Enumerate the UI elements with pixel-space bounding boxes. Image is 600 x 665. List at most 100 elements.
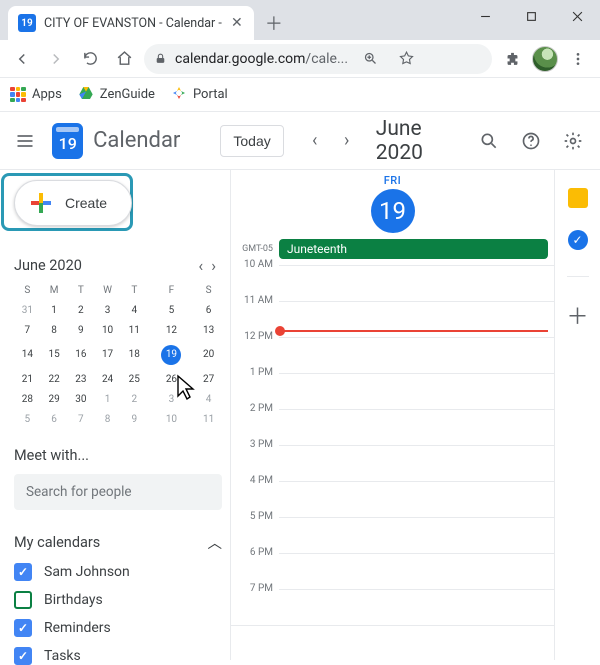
- tasks-icon[interactable]: [568, 230, 588, 250]
- menu-icon[interactable]: [564, 45, 592, 73]
- hour-slot[interactable]: 1 PM: [231, 374, 554, 410]
- help-button[interactable]: [512, 122, 550, 160]
- minical-day[interactable]: 11: [121, 320, 148, 340]
- minical-day[interactable]: 16: [67, 340, 94, 369]
- calendar-checkbox[interactable]: [14, 563, 32, 581]
- minical-day[interactable]: 9: [121, 409, 148, 429]
- extensions-icon[interactable]: [498, 45, 526, 73]
- window-maximize[interactable]: [508, 0, 554, 32]
- settings-button[interactable]: [554, 122, 592, 160]
- mini-calendar[interactable]: SMTWTFS 31123456789101112131415161718192…: [14, 281, 222, 429]
- minical-day[interactable]: 28: [14, 389, 41, 409]
- minical-day[interactable]: 14: [14, 340, 41, 369]
- profile-avatar[interactable]: [532, 46, 558, 72]
- minical-day[interactable]: 15: [41, 340, 68, 369]
- browser-tab[interactable]: 19 CITY OF EVANSTON - Calendar - ✕: [8, 6, 254, 40]
- minical-day[interactable]: 12: [148, 320, 196, 340]
- calendar-checkbox[interactable]: [14, 619, 32, 637]
- minical-day[interactable]: 8: [41, 320, 68, 340]
- minical-day[interactable]: 10: [148, 409, 196, 429]
- minical-day[interactable]: 18: [121, 340, 148, 369]
- minical-day[interactable]: 6: [195, 300, 222, 320]
- minical-day[interactable]: 7: [67, 409, 94, 429]
- minical-day[interactable]: 11: [195, 409, 222, 429]
- minical-day[interactable]: 24: [94, 369, 121, 389]
- minical-day[interactable]: 10: [94, 320, 121, 340]
- minical-day[interactable]: 4: [121, 300, 148, 320]
- minical-day[interactable]: 25: [121, 369, 148, 389]
- search-button[interactable]: [470, 122, 508, 160]
- minical-day[interactable]: 8: [94, 409, 121, 429]
- minical-day[interactable]: 7: [14, 320, 41, 340]
- minical-day[interactable]: 20: [195, 340, 222, 369]
- minical-day[interactable]: 3: [148, 389, 196, 409]
- minical-day[interactable]: 2: [121, 389, 148, 409]
- next-period-button[interactable]: ›: [332, 126, 362, 156]
- minical-day[interactable]: 5: [14, 409, 41, 429]
- hour-slot[interactable]: 10 AM: [231, 266, 554, 302]
- back-button[interactable]: [8, 45, 36, 73]
- hour-slot[interactable]: 12 PM: [231, 338, 554, 374]
- calendar-item[interactable]: Birthdays: [14, 591, 222, 609]
- star-icon[interactable]: [392, 45, 420, 73]
- minical-prev[interactable]: ‹: [198, 256, 203, 275]
- hour-slot[interactable]: 3 PM: [231, 446, 554, 482]
- search-people-input[interactable]: Search for people: [14, 474, 222, 510]
- calendar-item[interactable]: Tasks: [14, 647, 222, 665]
- bookmark-portal[interactable]: Portal: [171, 85, 228, 105]
- address-bar[interactable]: calendar.google.com/cale...: [144, 44, 492, 74]
- main-menu-button[interactable]: [8, 121, 42, 161]
- calendar-item[interactable]: Sam Johnson: [14, 563, 222, 581]
- bookmark-zenguide[interactable]: ZenGuide: [78, 85, 155, 105]
- minical-day[interactable]: 19: [148, 340, 196, 369]
- calendar-item[interactable]: Reminders: [14, 619, 222, 637]
- chevron-up-icon[interactable]: ︿: [208, 532, 223, 553]
- create-button[interactable]: Create: [14, 180, 132, 226]
- window-close[interactable]: [554, 0, 600, 32]
- minical-next[interactable]: ›: [211, 256, 216, 275]
- day-number[interactable]: 19: [371, 189, 415, 233]
- minical-day[interactable]: 27: [195, 369, 222, 389]
- minical-day[interactable]: 1: [41, 300, 68, 320]
- portal-icon: [171, 85, 187, 105]
- forward-button[interactable]: [42, 45, 70, 73]
- minical-day[interactable]: 21: [14, 369, 41, 389]
- minical-day[interactable]: 6: [41, 409, 68, 429]
- bookmark-apps[interactable]: Apps: [10, 87, 62, 103]
- hour-grid[interactable]: 10 AM11 AM12 PM1 PM2 PM3 PM4 PM5 PM6 PM7…: [231, 266, 554, 626]
- minical-day[interactable]: 31: [14, 300, 41, 320]
- minical-day[interactable]: 29: [41, 389, 68, 409]
- minical-day[interactable]: 26: [148, 369, 196, 389]
- keep-icon[interactable]: [568, 188, 588, 208]
- minical-day[interactable]: 5: [148, 300, 196, 320]
- zoom-icon[interactable]: [356, 45, 384, 73]
- allday-event[interactable]: Juneteenth: [279, 239, 548, 259]
- minical-day[interactable]: 17: [94, 340, 121, 369]
- minical-day[interactable]: 13: [195, 320, 222, 340]
- prev-period-button[interactable]: ‹: [300, 126, 330, 156]
- hour-slot[interactable]: 7 PM: [231, 590, 554, 626]
- calendar-checkbox[interactable]: [14, 647, 32, 665]
- minical-day[interactable]: 3: [94, 300, 121, 320]
- minical-day[interactable]: 22: [41, 369, 68, 389]
- hour-slot[interactable]: 4 PM: [231, 482, 554, 518]
- app-header: 19 Calendar Today ‹ › June 2020: [0, 112, 600, 170]
- calendar-checkbox[interactable]: [14, 591, 32, 609]
- minical-day[interactable]: 1: [94, 389, 121, 409]
- new-tab-button[interactable]: ＋: [260, 9, 288, 37]
- my-calendars-title[interactable]: My calendars: [14, 534, 100, 551]
- tab-close-icon[interactable]: ✕: [230, 16, 244, 30]
- minical-day[interactable]: 9: [67, 320, 94, 340]
- minical-day[interactable]: 2: [67, 300, 94, 320]
- minical-day[interactable]: 23: [67, 369, 94, 389]
- today-button[interactable]: Today: [220, 125, 283, 157]
- hour-slot[interactable]: 5 PM: [231, 518, 554, 554]
- home-button[interactable]: [110, 45, 138, 73]
- window-minimize[interactable]: [462, 0, 508, 32]
- hour-slot[interactable]: 2 PM: [231, 410, 554, 446]
- minical-day[interactable]: 30: [67, 389, 94, 409]
- reload-button[interactable]: [76, 45, 104, 73]
- addons-button[interactable]: ＋: [566, 299, 588, 331]
- minical-day[interactable]: 4: [195, 389, 222, 409]
- hour-slot[interactable]: 6 PM: [231, 554, 554, 590]
